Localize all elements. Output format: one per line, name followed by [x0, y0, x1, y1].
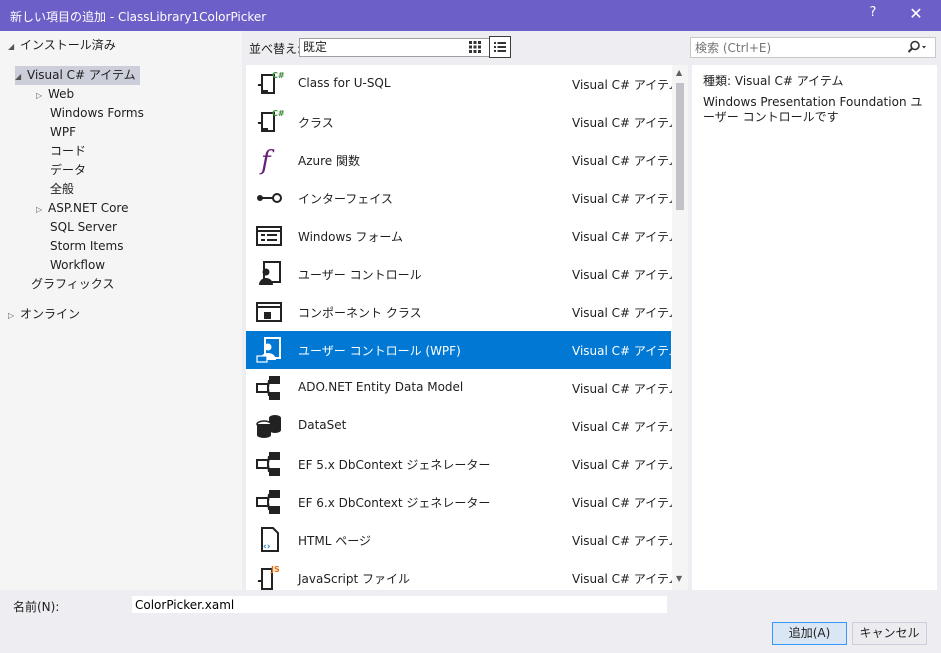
tree-node-web[interactable]: ▷ Web: [36, 85, 74, 104]
interface-icon: [254, 183, 284, 213]
grid-view-icon: [469, 41, 481, 53]
type-row: 種類: Visual C# アイテム: [703, 72, 844, 89]
list-item[interactable]: EF 6.x DbContext ジェネレーター Visual C# アイテム: [246, 483, 681, 521]
scroll-down-icon[interactable]: ▼: [676, 574, 682, 583]
tree-node-sql[interactable]: SQL Server: [50, 218, 117, 237]
list-item[interactable]: C# クラス Visual C# アイテム: [246, 103, 681, 141]
collapsed-arrow-icon: ▷: [36, 205, 43, 214]
tree-node-csharp[interactable]: ◢ Visual C# アイテム: [15, 66, 140, 85]
template-list: C# Class for U-SQL Visual C# アイテム C# クラス…: [246, 65, 688, 590]
cancel-button[interactable]: キャンセル: [852, 622, 927, 645]
tree-node-aspnet[interactable]: ▷ ASP.NET Core: [36, 199, 128, 218]
list-item[interactable]: ‹› HTML ページ Visual C# アイテム: [246, 521, 681, 559]
list-item[interactable]: EF 5.x DbContext ジェネレーター Visual C# アイテム: [246, 445, 681, 483]
tree-node-winforms[interactable]: Windows Forms: [50, 104, 144, 123]
tree-node-installed[interactable]: ◢ インストール済み: [8, 36, 116, 55]
template-tree: ◢ インストール済み ◢ Visual C# アイテム ▷ Web Windows F…: [0, 31, 242, 590]
list-view-icon: [494, 42, 506, 52]
wpf-user-control-icon: [254, 335, 284, 365]
help-button[interactable]: ?: [864, 5, 882, 25]
scroll-up-icon[interactable]: ▲: [676, 68, 682, 77]
template-description: Windows Presentation Foundation ユーザー コント…: [703, 95, 923, 124]
tree-node-wpf[interactable]: WPF: [50, 123, 76, 142]
user-control-icon: [254, 259, 284, 289]
list-item[interactable]: C# Class for U-SQL Visual C# アイテム: [246, 65, 681, 103]
list-item[interactable]: ユーザー コントロール Visual C# アイテム: [246, 255, 681, 293]
svg-text:JS: JS: [270, 565, 280, 574]
tree-node-storm[interactable]: Storm Items: [50, 237, 123, 256]
javascript-file-icon: JS: [254, 563, 284, 590]
svg-text:‹›: ‹›: [263, 542, 271, 552]
sort-label: 並べ替え:: [249, 42, 302, 56]
search-icon[interactable]: [907, 40, 927, 57]
tree-node-data[interactable]: データ: [50, 161, 86, 180]
list-view-button[interactable]: [489, 36, 511, 58]
search-input[interactable]: [695, 40, 895, 55]
dialog-footer: 名前(N): 追加(A) キャンセル: [0, 590, 941, 653]
grid-view-button[interactable]: [464, 36, 486, 58]
list-item-selected[interactable]: ユーザー コントロール (WPF) Visual C# アイテム: [246, 331, 681, 369]
html-page-icon: ‹›: [254, 525, 284, 555]
scroll-thumb[interactable]: [676, 83, 684, 210]
collapsed-arrow-icon: ▷: [8, 311, 15, 320]
list-item[interactable]: f Azure 関数 Visual C# アイテム: [246, 141, 681, 179]
tree-node-code[interactable]: コード: [50, 142, 86, 161]
list-item[interactable]: コンポーネント クラス Visual C# アイテム: [246, 293, 681, 331]
list-item[interactable]: ADO.NET Entity Data Model Visual C# アイテム: [246, 369, 681, 407]
list-toolbar: 並べ替え: 既定 ▼: [246, 36, 686, 60]
windows-form-icon: [254, 221, 284, 251]
svg-text:f: f: [259, 146, 275, 175]
list-item[interactable]: Windows フォーム Visual C# アイテム: [246, 217, 681, 255]
type-value: Visual C# アイテム: [734, 74, 844, 88]
tree-node-graphics[interactable]: グラフィックス: [31, 275, 114, 294]
expanded-arrow-icon: ◢: [8, 42, 15, 51]
list-item[interactable]: DataSet Visual C# アイテム: [246, 407, 681, 445]
close-button[interactable]: ✕: [906, 4, 926, 26]
title-bar: 新しい項目の追加 - ClassLibrary1ColorPicker ? ✕: [0, 0, 941, 31]
csharp-class-icon: C#: [254, 69, 285, 99]
entity-model-icon: [254, 373, 284, 403]
component-class-icon: [254, 297, 284, 327]
name-field[interactable]: [132, 596, 667, 613]
entity-model-icon: [254, 487, 284, 517]
expanded-arrow-icon: ◢: [15, 72, 22, 81]
search-box[interactable]: [690, 37, 936, 58]
dataset-icon: [254, 411, 284, 441]
list-scrollbar[interactable]: ▲ ▼: [672, 65, 688, 590]
tree-node-workflow[interactable]: Workflow: [50, 256, 105, 275]
add-button[interactable]: 追加(A): [772, 622, 847, 645]
tree-node-general[interactable]: 全般: [50, 180, 74, 199]
type-label: 種類:: [703, 74, 732, 88]
window-title: 新しい項目の追加 - ClassLibrary1ColorPicker: [10, 10, 267, 24]
name-label: 名前(N):: [13, 600, 60, 614]
csharp-class-icon: C#: [254, 107, 285, 137]
list-item[interactable]: インターフェイス Visual C# アイテム: [246, 179, 681, 217]
collapsed-arrow-icon: ▷: [36, 91, 43, 100]
svg-text:C#: C#: [272, 109, 284, 118]
details-pane: 種類: Visual C# アイテム Windows Presentation …: [692, 65, 937, 590]
azure-function-icon: f: [254, 145, 284, 176]
svg-text:C#: C#: [272, 71, 284, 80]
tree-node-online[interactable]: ▷ オンライン: [8, 305, 80, 324]
list-item[interactable]: JS JavaScript ファイル Visual C# アイテム: [246, 559, 681, 590]
entity-model-icon: [254, 449, 284, 479]
